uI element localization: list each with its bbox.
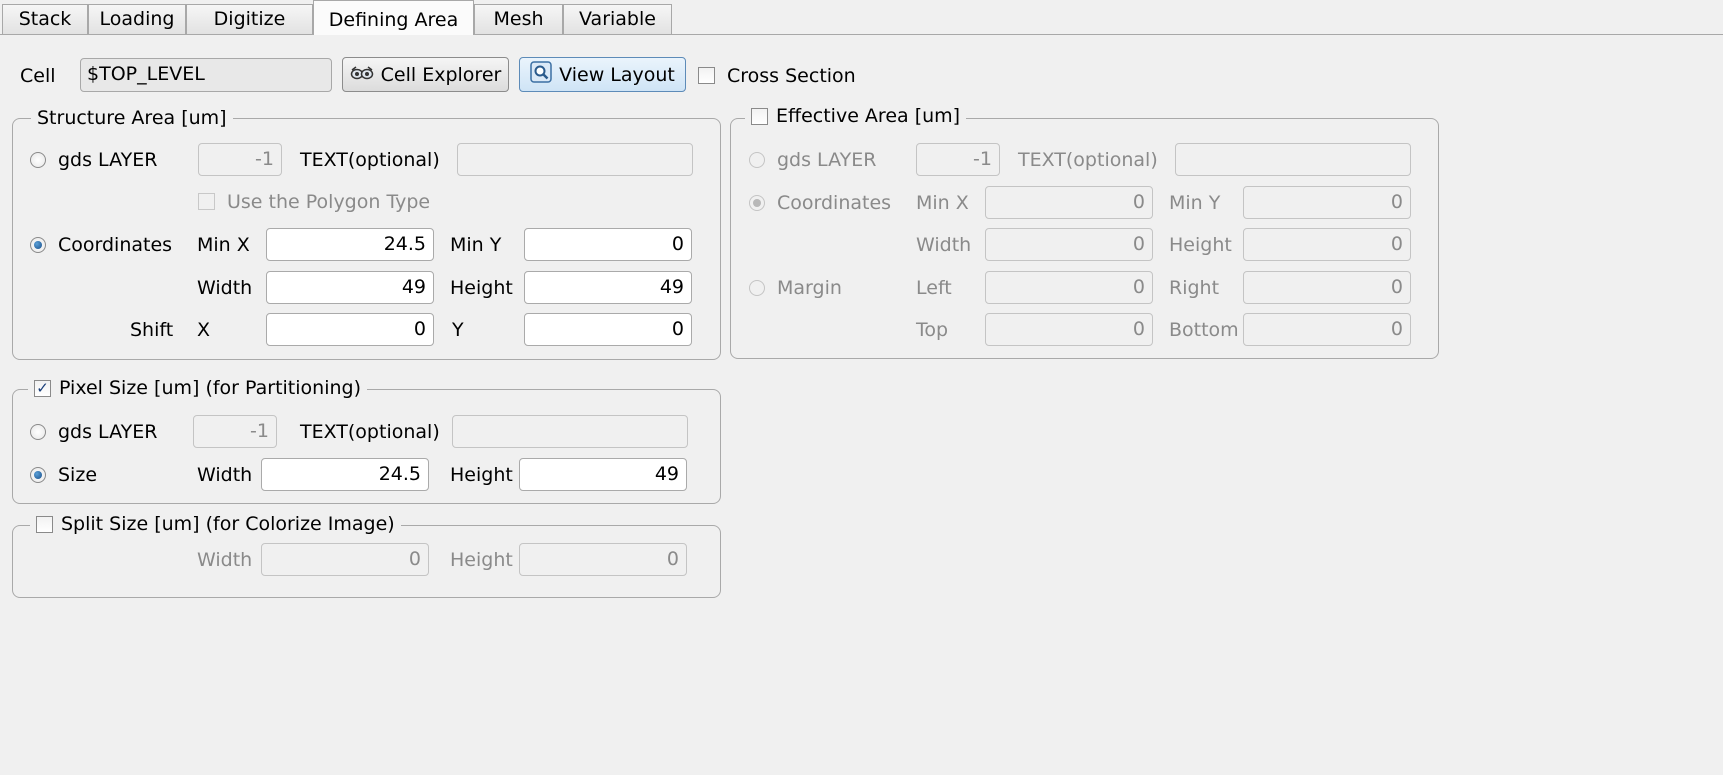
tab-stack[interactable]: Stack (2, 4, 88, 34)
pixel-width-field[interactable]: 24.5 (261, 458, 429, 491)
pixel-size-title-text: Pixel Size [um] (for Partitioning) (59, 377, 361, 399)
pixel-text-optional-field[interactable] (452, 415, 688, 448)
effective-area-title-text: Effective Area [um] (776, 105, 961, 127)
cell-label: Cell (20, 65, 56, 87)
effective-min-x-field[interactable]: 0 (985, 186, 1153, 219)
structure-min-x-label: Min X (197, 234, 250, 256)
pixel-size-title: ✓ Pixel Size [um] (for Partitioning) (28, 377, 367, 399)
shift-y-field[interactable]: 0 (524, 313, 692, 346)
tab-defining-area[interactable]: Defining Area (313, 0, 474, 35)
tab-loading[interactable]: Loading (88, 4, 186, 34)
pixel-size-radio[interactable] (30, 467, 46, 483)
effective-width-field[interactable]: 0 (985, 228, 1153, 261)
cell-field[interactable]: $TOP_LEVEL (80, 58, 332, 92)
effective-min-x-label: Min X (916, 192, 969, 214)
effective-left-label: Left (916, 277, 952, 299)
structure-height-label: Height (450, 277, 513, 299)
effective-gds-layer-field[interactable]: -1 (916, 143, 1000, 176)
split-width-field[interactable]: 0 (261, 543, 429, 576)
shift-x-field[interactable]: 0 (266, 313, 434, 346)
shift-x-label: X (197, 319, 211, 341)
cross-section-label: Cross Section (727, 65, 856, 87)
shift-label: Shift (130, 319, 174, 341)
split-width-label: Width (197, 549, 253, 571)
effective-min-y-field[interactable]: 0 (1243, 186, 1411, 219)
use-polygon-checkbox[interactable] (198, 193, 215, 210)
structure-min-y-label: Min Y (450, 234, 502, 256)
effective-text-optional-label: TEXT(optional) (1018, 149, 1158, 171)
pixel-size-checkbox[interactable]: ✓ (34, 379, 51, 397)
structure-text-optional-label: TEXT(optional) (300, 149, 440, 171)
tab-mesh[interactable]: Mesh (474, 4, 563, 34)
pixel-height-label: Height (450, 464, 513, 486)
pixel-text-optional-label: TEXT(optional) (300, 421, 440, 443)
tab-bar-line (0, 34, 1723, 35)
effective-height-label: Height (1169, 234, 1232, 256)
shift-y-label: Y (452, 319, 464, 341)
structure-area-title-text: Structure Area [um] (37, 107, 227, 129)
effective-top-label: Top (916, 319, 949, 341)
effective-coordinates-radio[interactable] (749, 195, 765, 211)
magnifier-icon (530, 61, 552, 88)
split-height-field[interactable]: 0 (519, 543, 687, 576)
pixel-size-label: Size (58, 464, 98, 486)
pixel-width-label: Width (197, 464, 253, 486)
structure-width-field[interactable]: 49 (266, 271, 434, 304)
structure-gds-layer-field[interactable]: -1 (198, 143, 282, 176)
structure-coordinates-label: Coordinates (58, 234, 173, 256)
pixel-gds-layer-radio[interactable] (30, 424, 46, 440)
eye-icon (350, 64, 374, 86)
split-size-title-text: Split Size [um] (for Colorize Image) (61, 513, 395, 535)
pixel-height-field[interactable]: 49 (519, 458, 687, 491)
effective-gds-layer-label: gds LAYER (777, 149, 877, 171)
structure-text-optional-field[interactable] (457, 143, 693, 176)
cell-explorer-label: Cell Explorer (380, 63, 502, 86)
split-size-checkbox[interactable] (36, 515, 53, 533)
effective-text-optional-field[interactable] (1175, 143, 1411, 176)
effective-area-title: Effective Area [um] (745, 105, 967, 127)
cross-section-checkbox[interactable] (698, 67, 715, 84)
view-layout-button[interactable]: View Layout (519, 57, 686, 92)
effective-bottom-field[interactable]: 0 (1243, 313, 1411, 346)
structure-gds-layer-radio[interactable] (30, 152, 46, 168)
use-polygon-label: Use the Polygon Type (227, 191, 431, 213)
tab-digitize[interactable]: Digitize (186, 4, 313, 34)
effective-right-field[interactable]: 0 (1243, 271, 1411, 304)
pixel-gds-layer-label: gds LAYER (58, 421, 158, 443)
cell-explorer-button[interactable]: Cell Explorer (342, 57, 509, 92)
effective-margin-label: Margin (777, 277, 842, 299)
structure-min-y-field[interactable]: 0 (524, 228, 692, 261)
structure-coordinates-radio[interactable] (30, 237, 46, 253)
structure-gds-layer-label: gds LAYER (58, 149, 158, 171)
structure-area-title: Structure Area [um] (31, 107, 233, 129)
structure-min-x-field[interactable]: 24.5 (266, 228, 434, 261)
view-layout-label: View Layout (559, 63, 675, 86)
effective-gds-layer-radio[interactable] (749, 152, 765, 168)
effective-right-label: Right (1169, 277, 1220, 299)
effective-min-y-label: Min Y (1169, 192, 1221, 214)
effective-height-field[interactable]: 0 (1243, 228, 1411, 261)
split-height-label: Height (450, 549, 513, 571)
effective-margin-radio[interactable] (749, 280, 765, 296)
tab-variable[interactable]: Variable (563, 4, 672, 34)
effective-coordinates-label: Coordinates (777, 192, 892, 214)
effective-left-field[interactable]: 0 (985, 271, 1153, 304)
effective-top-field[interactable]: 0 (985, 313, 1153, 346)
structure-width-label: Width (197, 277, 253, 299)
effective-width-label: Width (916, 234, 972, 256)
structure-height-field[interactable]: 49 (524, 271, 692, 304)
pixel-gds-layer-field[interactable]: -1 (193, 415, 277, 448)
effective-bottom-label: Bottom (1169, 319, 1239, 341)
split-size-title: Split Size [um] (for Colorize Image) (30, 513, 401, 535)
effective-area-checkbox[interactable] (751, 107, 768, 125)
